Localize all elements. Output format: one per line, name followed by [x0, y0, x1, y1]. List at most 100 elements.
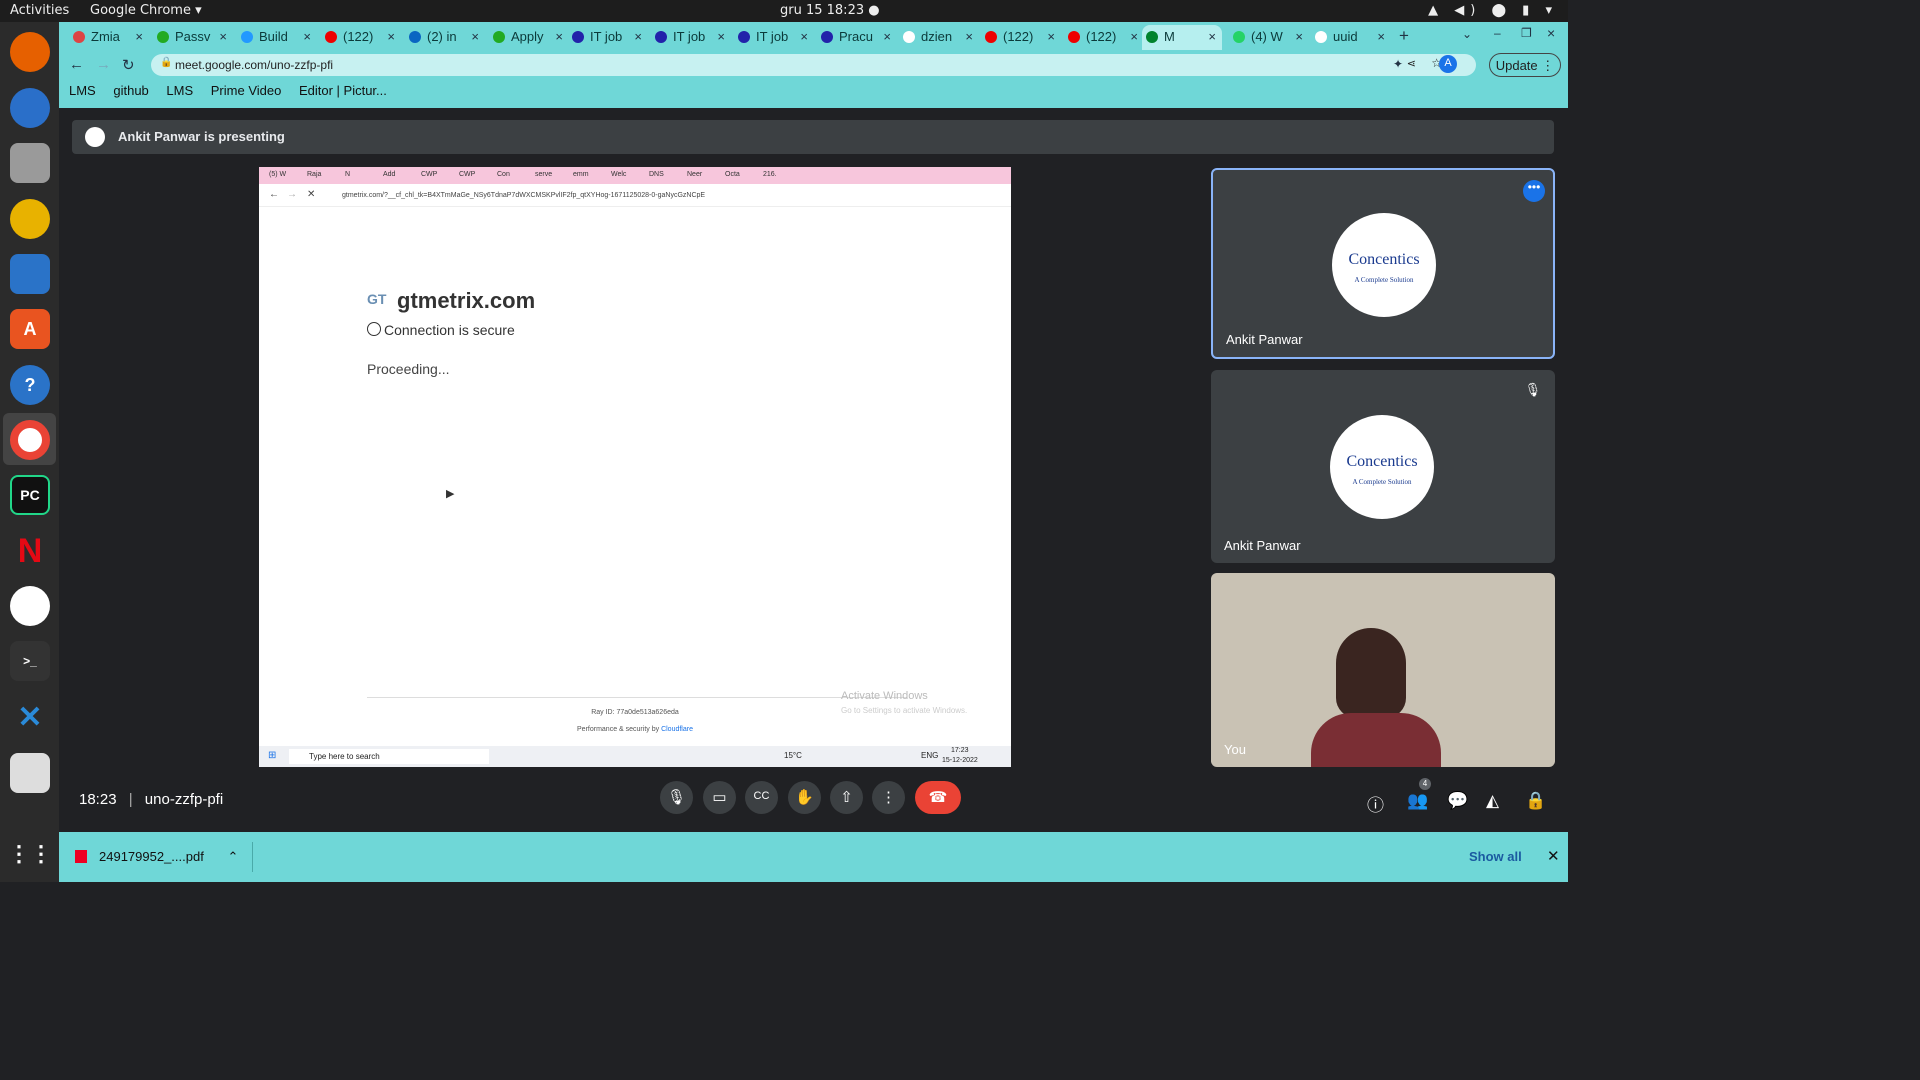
close-icon[interactable]: ✕: [1547, 847, 1560, 865]
terminal-icon[interactable]: >_: [10, 641, 50, 681]
activities-icon[interactable]: ◭: [1486, 791, 1499, 811]
bookmark-lms-2[interactable]: LMS: [166, 83, 193, 98]
present-button[interactable]: ⇧: [830, 781, 863, 814]
mic-off-icon: 🎙: [1524, 382, 1541, 397]
logo-text: Concentics: [1348, 251, 1420, 268]
windows-start-icon: ⊞: [268, 750, 277, 761]
vscode-icon[interactable]: ✕: [10, 697, 50, 737]
document-viewer-icon[interactable]: [10, 753, 50, 793]
microphone-button[interactable]: 🎙: [660, 781, 693, 814]
browser-tab[interactable]: Apply ×: [489, 25, 569, 50]
system-tray[interactable]: ▲ ◀) ⬤ ▮ ▾: [1428, 3, 1558, 18]
browser-tab-active[interactable]: M ×: [1142, 25, 1222, 50]
minimize-icon[interactable]: –: [1494, 26, 1501, 40]
bookmarks-bar: LMS github LMS Prime Video Editor | Pict…: [69, 83, 401, 98]
microphone-icon: 🎙: [666, 789, 687, 806]
browser-tab[interactable]: uuid ×: [1311, 25, 1391, 50]
rhythmbox-icon[interactable]: [10, 199, 50, 239]
more-options-button[interactable]: ⋮: [872, 781, 905, 814]
close-tab-icon[interactable]: ×: [965, 29, 973, 44]
tab-label: IT job: [756, 29, 789, 44]
chrome-icon[interactable]: [10, 420, 50, 460]
chat-icon[interactable]: 💬: [1447, 791, 1468, 811]
browser-tab[interactable]: (122) ×: [981, 25, 1061, 50]
browser-tab[interactable]: dzien ×: [899, 25, 979, 50]
writer-icon[interactable]: [10, 254, 50, 294]
chevron-up-icon[interactable]: ⌃: [227, 849, 238, 864]
thunderbird-icon[interactable]: [10, 88, 50, 128]
close-tab-icon[interactable]: ×: [1295, 29, 1303, 44]
close-window-icon[interactable]: ×: [1547, 25, 1555, 41]
address-bar[interactable]: 🔒 meet.google.com/uno-zzfp-pfi ⋖ ☆: [151, 54, 1476, 76]
close-tab-icon[interactable]: ×: [634, 29, 642, 44]
participant-count-badge: 4: [1419, 778, 1431, 790]
slack-icon[interactable]: [10, 586, 50, 626]
browser-tab[interactable]: (2) in ×: [405, 25, 485, 50]
profile-avatar[interactable]: A: [1439, 55, 1457, 73]
close-tab-icon[interactable]: ×: [1377, 29, 1385, 44]
self-view-tile[interactable]: You: [1211, 573, 1555, 767]
update-label: Update: [1495, 58, 1538, 73]
camera-button[interactable]: ▭: [703, 781, 736, 814]
files-icon[interactable]: [10, 143, 50, 183]
browser-tab[interactable]: (122) ×: [321, 25, 401, 50]
participant-tile[interactable]: Concentics A Complete Solution ••• Ankit …: [1211, 168, 1555, 359]
close-tab-icon[interactable]: ×: [1130, 29, 1138, 44]
share-icon[interactable]: ⋖: [1407, 57, 1416, 70]
software-icon[interactable]: A: [10, 309, 50, 349]
firefox-icon[interactable]: [10, 32, 50, 72]
browser-tab[interactable]: IT job ×: [568, 25, 648, 50]
raise-hand-button[interactable]: ✋: [788, 781, 821, 814]
app-grid-icon[interactable]: ⋮⋮: [8, 834, 52, 874]
close-tab-icon[interactable]: ×: [303, 29, 311, 44]
close-tab-icon[interactable]: ×: [883, 29, 891, 44]
pycharm-icon[interactable]: PC: [10, 475, 50, 515]
reload-icon[interactable]: ↻: [122, 56, 135, 74]
activate-windows-watermark: Activate Windows: [841, 690, 928, 702]
tab-search-icon[interactable]: ⌄: [1462, 27, 1472, 41]
app-menu[interactable]: Google Chrome ▾: [90, 3, 202, 18]
bookmark-github[interactable]: github: [113, 83, 148, 98]
browser-tab[interactable]: Zmia ×: [69, 25, 149, 50]
leave-call-button[interactable]: ☎: [915, 781, 961, 814]
more-options-icon[interactable]: •••: [1523, 180, 1545, 202]
close-tab-icon[interactable]: ×: [555, 29, 563, 44]
captions-button[interactable]: CC: [745, 781, 778, 814]
activities-button[interactable]: Activities: [10, 3, 69, 18]
close-tab-icon[interactable]: ×: [387, 29, 395, 44]
people-icon[interactable]: 👥: [1407, 791, 1428, 811]
close-tab-icon[interactable]: ×: [717, 29, 725, 44]
system-clock[interactable]: gru 15 18:23 ●: [780, 3, 880, 18]
help-icon[interactable]: ?: [10, 365, 50, 405]
new-tab-icon[interactable]: +: [1399, 26, 1409, 46]
restore-icon[interactable]: ❐: [1521, 26, 1532, 40]
browser-tab[interactable]: Passv ×: [153, 25, 233, 50]
close-tab-icon[interactable]: ×: [800, 29, 808, 44]
participant-tile[interactable]: Concentics A Complete Solution 🎙 Ankit Pa…: [1211, 370, 1555, 563]
bookmark-prime-video[interactable]: Prime Video: [211, 83, 282, 98]
presenting-banner: Ankit Panwar is presenting: [72, 120, 1554, 154]
netflix-icon[interactable]: N: [10, 531, 50, 571]
forward-icon[interactable]: →: [96, 56, 111, 73]
close-tab-icon[interactable]: ×: [1208, 29, 1216, 44]
download-item[interactable]: 249179952_....pdf ⌃: [75, 849, 238, 865]
browser-tab[interactable]: IT job ×: [734, 25, 814, 50]
browser-tab[interactable]: (4) W ×: [1229, 25, 1309, 50]
browser-tab[interactable]: (122) ×: [1064, 25, 1144, 50]
info-icon[interactable]: ⓘ: [1367, 791, 1384, 816]
update-button[interactable]: Update ⋮: [1489, 53, 1561, 77]
browser-tab[interactable]: IT job ×: [651, 25, 731, 50]
close-tab-icon[interactable]: ×: [219, 29, 227, 44]
bookmark-lms[interactable]: LMS: [69, 83, 96, 98]
host-controls-icon[interactable]: 🔒: [1525, 791, 1546, 811]
shared-tab: CWP: [421, 171, 438, 178]
extensions-icon[interactable]: ✦: [1393, 57, 1403, 71]
close-tab-icon[interactable]: ×: [135, 29, 143, 44]
show-all-button[interactable]: Show all: [1469, 849, 1522, 864]
back-icon[interactable]: ←: [69, 56, 84, 73]
close-tab-icon[interactable]: ×: [471, 29, 479, 44]
browser-tab[interactable]: Build ×: [237, 25, 317, 50]
close-tab-icon[interactable]: ×: [1047, 29, 1055, 44]
browser-tab[interactable]: Pracu ×: [817, 25, 897, 50]
bookmark-editor[interactable]: Editor | Pictur...: [299, 83, 387, 98]
